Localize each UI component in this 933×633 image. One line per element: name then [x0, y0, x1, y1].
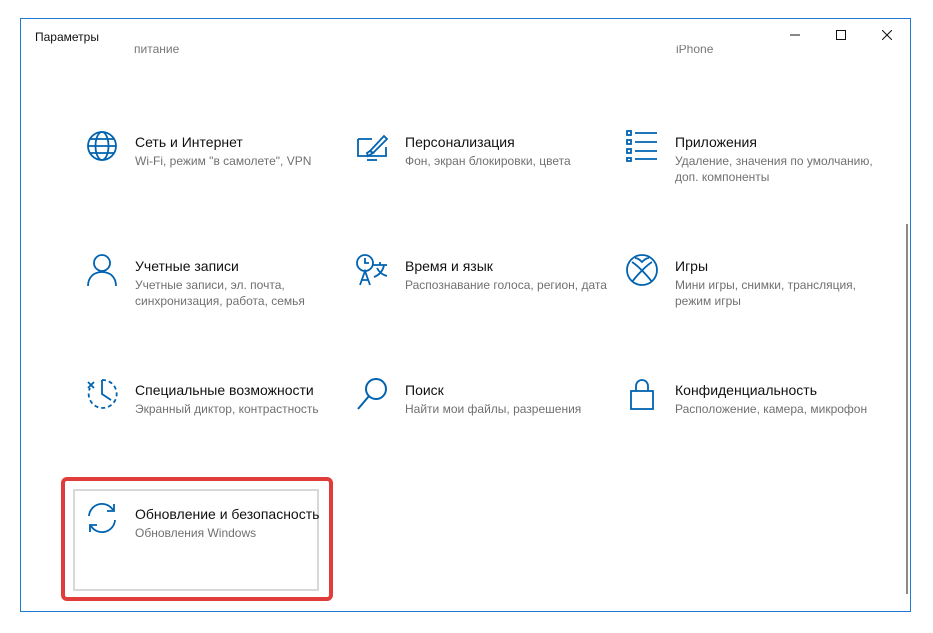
scrollbar[interactable]: [906, 224, 908, 594]
tile-accessibility-desc: Экранный диктор, контрастность: [135, 402, 319, 416]
time-language-icon: [356, 254, 388, 286]
minimize-icon: [790, 34, 800, 36]
tile-accounts-desc: Учетные записи, эл. почта, синхронизация…: [135, 278, 305, 308]
tile-search-title: Поиск: [405, 382, 444, 398]
tile-personalization[interactable]: Персонализация Фон, экран блокировки, цв…: [355, 129, 605, 229]
window-title: Параметры: [35, 30, 99, 44]
tile-apps-title: Приложения: [675, 134, 757, 150]
settings-window: Параметры питание iPhone Сеть и Интернет…: [20, 18, 911, 612]
tile-time-language[interactable]: Время и язык Распознавание голоса, регио…: [355, 253, 607, 353]
accessibility-icon: [87, 379, 118, 409]
cutoff-text-right: iPhone: [676, 45, 714, 56]
tile-privacy-title: Конфиденциальность: [675, 382, 818, 398]
tile-gaming-desc: Мини игры, снимки, трансляция, режим игр…: [675, 278, 856, 308]
tile-accounts-title: Учетные записи: [135, 258, 239, 274]
close-button[interactable]: [864, 19, 910, 51]
person-icon: [87, 254, 117, 287]
tile-accessibility[interactable]: Специальные возможности Экранный диктор,…: [85, 377, 335, 477]
lock-icon: [630, 379, 654, 410]
highlight-annotation-box: [61, 477, 333, 601]
personalization-icon: [357, 134, 389, 161]
cutoff-text-left: питание: [134, 45, 180, 56]
tile-search-desc: Найти мои файлы, разрешения: [405, 402, 582, 416]
close-icon: [882, 30, 892, 40]
search-icon: [357, 378, 387, 410]
tile-personalization-title: Персонализация: [405, 134, 515, 150]
tile-gaming-title: Игры: [675, 258, 709, 274]
tile-apps[interactable]: Приложения Удаление, значения по умолчан…: [625, 129, 875, 229]
globe-icon: [87, 131, 117, 161]
maximize-button[interactable]: [818, 19, 864, 51]
xbox-icon: [626, 254, 658, 286]
tile-personalization-desc: Фон, экран блокировки, цвета: [405, 154, 571, 168]
apps-list-icon: [626, 130, 657, 162]
tile-network[interactable]: Сеть и Интернет Wi-Fi, режим "в самолете…: [85, 129, 335, 229]
tile-apps-desc: Удаление, значения по умолчанию, доп. ко…: [675, 154, 873, 184]
tile-time-language-title: Время и язык: [405, 258, 493, 274]
tile-accessibility-title: Специальные возможности: [135, 382, 314, 398]
tile-search[interactable]: Поиск Найти мои файлы, разрешения: [355, 377, 605, 477]
tile-network-title: Сеть и Интернет: [135, 134, 243, 150]
minimize-button[interactable]: [772, 19, 818, 51]
tile-accounts[interactable]: Учетные записи Учетные записи, эл. почта…: [85, 253, 335, 353]
tile-network-desc: Wi-Fi, режим "в самолете", VPN: [135, 154, 312, 168]
tile-privacy[interactable]: Конфиденциальность Расположение, камера,…: [625, 377, 875, 477]
tile-gaming[interactable]: Игры Мини игры, снимки, трансляция, режи…: [625, 253, 875, 353]
tile-time-language-desc: Распознавание голоса, регион, дата: [405, 278, 607, 292]
maximize-icon: [836, 30, 846, 40]
tile-privacy-desc: Расположение, камера, микрофон: [675, 402, 868, 416]
